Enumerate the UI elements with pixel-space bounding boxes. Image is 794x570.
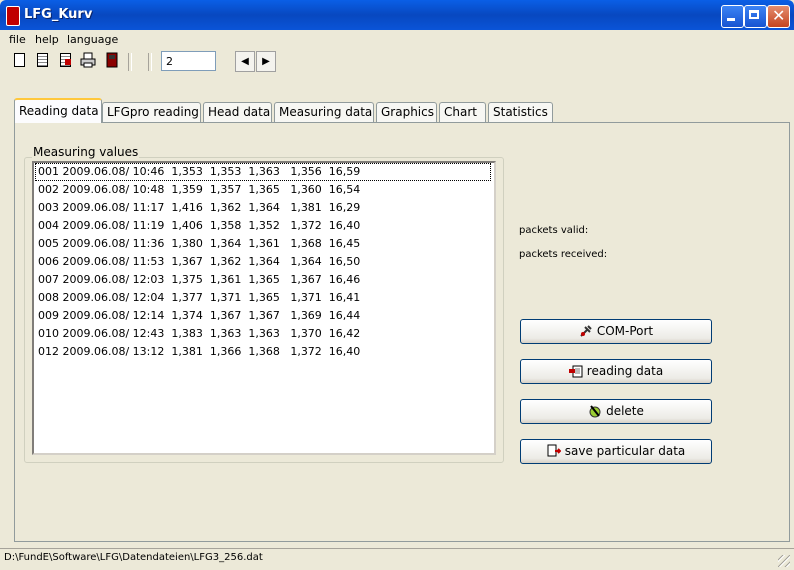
save-mark-icon (65, 59, 71, 65)
toolbar-separator (128, 53, 132, 71)
reading-data-button[interactable]: reading data (520, 359, 712, 384)
minimize-button[interactable] (721, 5, 744, 28)
toolbar (0, 49, 794, 77)
status-bar: D:\FundE\Software\LFG\Datendateien\LFG3_… (0, 548, 794, 570)
menu-help[interactable]: help (35, 33, 59, 46)
menu-language[interactable]: language (67, 33, 118, 46)
maximize-icon (749, 10, 759, 19)
resize-grip-icon[interactable] (778, 555, 790, 567)
reading-data-icon (568, 363, 583, 378)
reading-data-label: reading data (586, 364, 664, 378)
list-item[interactable]: 009 2009.06.08/ 12:14 1,374 1,367 1,367 … (36, 308, 360, 324)
measuring-values-label: Measuring values (32, 145, 140, 159)
arrow-left-icon: ◀ (241, 56, 249, 67)
list-item[interactable]: 002 2009.06.08/ 10:48 1,359 1,357 1,365 … (36, 182, 360, 198)
save-data-icon (547, 443, 562, 457)
app-icon[interactable] (6, 6, 20, 26)
menu-bar: file help language (0, 30, 794, 49)
menu-file[interactable]: file (9, 33, 26, 46)
delete-icon (588, 403, 602, 418)
save-file-button[interactable] (57, 52, 73, 70)
open-file-button[interactable] (34, 52, 50, 70)
device-icon (106, 52, 118, 68)
list-item[interactable]: 001 2009.06.08/ 10:46 1,353 1,353 1,363 … (35, 163, 491, 181)
tab-statistics[interactable]: Statistics (488, 102, 553, 122)
list-item[interactable]: 008 2009.06.08/ 12:04 1,377 1,371 1,365 … (36, 290, 360, 306)
list-item[interactable]: 005 2009.06.08/ 11:36 1,380 1,364 1,361 … (36, 236, 360, 252)
tab-graphics[interactable]: Graphics (376, 102, 437, 122)
next-button[interactable]: ▶ (256, 51, 276, 72)
window-title: LFG_Kurv (24, 7, 93, 22)
packets-valid-label: packets valid: (519, 225, 589, 236)
printer-icon (80, 52, 96, 68)
delete-label: delete (606, 404, 644, 418)
new-file-button[interactable] (11, 52, 27, 70)
new-file-icon (14, 53, 25, 67)
delete-button[interactable]: delete (520, 399, 712, 424)
tab-head-data[interactable]: Head data (203, 102, 272, 122)
toolbar-separator (148, 53, 152, 71)
close-button[interactable]: ✕ (767, 5, 790, 28)
tab-lfgpro-reading[interactable]: LFGpro reading (102, 102, 201, 122)
com-port-button[interactable]: COM-Port (520, 319, 712, 344)
arrow-right-icon: ▶ (262, 56, 270, 67)
close-icon: ✕ (772, 6, 786, 25)
tab-reading-data[interactable]: Reading data (14, 98, 102, 123)
tab-chart[interactable]: Chart (439, 102, 486, 122)
print-button[interactable] (80, 52, 96, 70)
previous-button[interactable]: ◀ (235, 51, 255, 72)
measuring-values-list[interactable]: 001 2009.06.08/ 10:46 1,353 1,353 1,363 … (32, 161, 496, 455)
minimize-icon (727, 18, 735, 21)
maximize-button[interactable] (744, 5, 767, 28)
page-number-input[interactable] (161, 51, 216, 71)
tab-measuring-data[interactable]: Measuring data (274, 102, 374, 122)
list-item[interactable]: 004 2009.06.08/ 11:19 1,406 1,358 1,352 … (36, 218, 360, 234)
list-item[interactable]: 003 2009.06.08/ 11:17 1,416 1,362 1,364 … (36, 200, 360, 216)
com-port-label: COM-Port (596, 324, 654, 338)
list-item[interactable]: 006 2009.06.08/ 11:53 1,367 1,362 1,364 … (36, 254, 360, 270)
list-item[interactable]: 007 2009.06.08/ 12:03 1,375 1,361 1,365 … (36, 272, 360, 288)
title-bar[interactable]: LFG_Kurv ✕ (0, 0, 794, 30)
list-item[interactable]: 012 2009.06.08/ 13:12 1,381 1,366 1,368 … (36, 344, 360, 360)
list-item[interactable]: 010 2009.06.08/ 12:43 1,383 1,363 1,363 … (36, 326, 360, 342)
save-particular-data-label: save particular data (564, 444, 686, 458)
packets-received-label: packets received: (519, 249, 608, 260)
file-path: D:\FundE\Software\LFG\Datendateien\LFG3_… (4, 552, 263, 563)
device-button[interactable] (104, 52, 120, 70)
plug-icon (579, 323, 593, 337)
open-file-icon (37, 53, 48, 67)
save-particular-data-button[interactable]: save particular data (520, 439, 712, 464)
